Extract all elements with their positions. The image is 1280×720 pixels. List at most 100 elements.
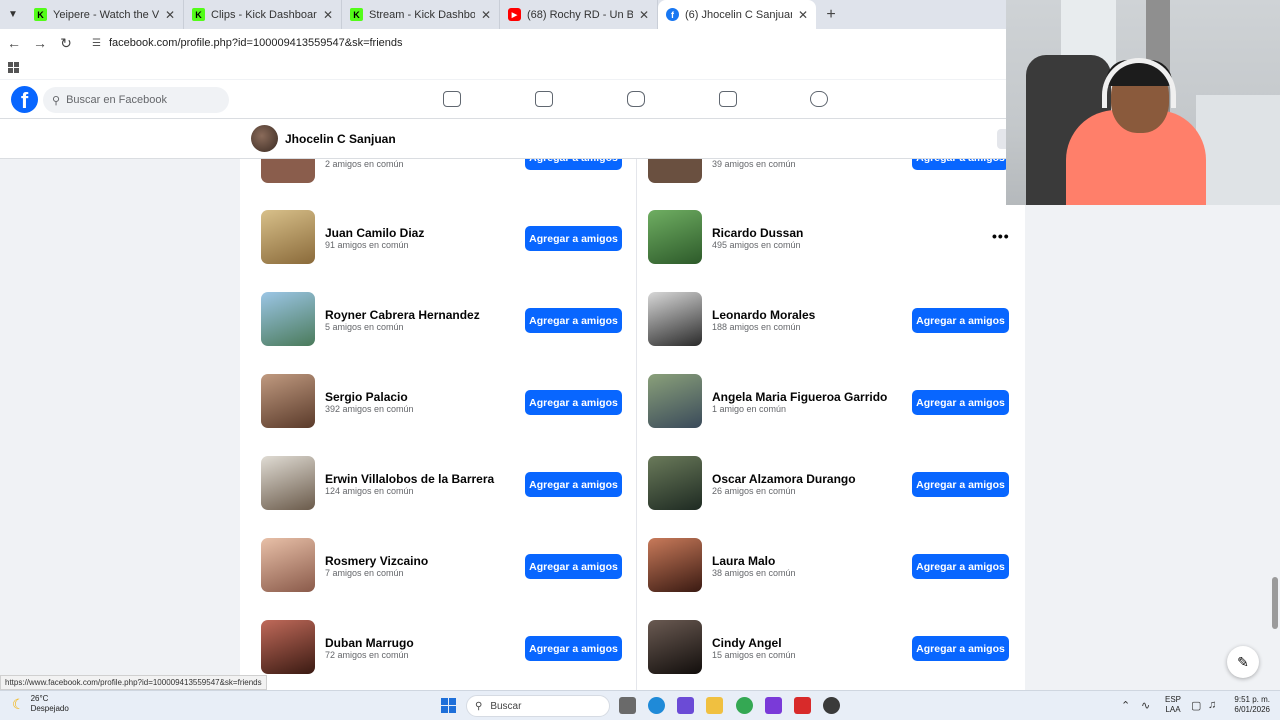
- column-divider: [636, 159, 637, 690]
- gaming-icon[interactable]: [810, 91, 828, 107]
- browser-tab[interactable]: K Stream - Kick Dashboard ✕: [342, 0, 500, 29]
- new-tab-icon[interactable]: +: [816, 0, 846, 29]
- forward-icon[interactable]: →: [28, 35, 52, 51]
- browser-tab[interactable]: ▶ (68) Rochy RD - Un Brindis | Vi ✕: [500, 0, 658, 29]
- friend-avatar[interactable]: [261, 292, 315, 346]
- friend-avatar[interactable]: [261, 159, 315, 183]
- friend-name[interactable]: Cindy Angel: [712, 636, 782, 650]
- display-icon[interactable]: ▢: [1191, 699, 1201, 712]
- friend-avatar[interactable]: [261, 210, 315, 264]
- friend-avatar[interactable]: [648, 374, 702, 428]
- copilot-icon[interactable]: [677, 697, 694, 714]
- friend-name[interactable]: Juan Camilo Diaz: [325, 226, 424, 240]
- obs-app-icon[interactable]: [765, 697, 782, 714]
- apps-grid-icon[interactable]: [8, 62, 19, 73]
- keyboard-layout: LAA: [1165, 705, 1181, 714]
- volume-icon[interactable]: ♫: [1208, 699, 1216, 711]
- close-tab-icon[interactable]: ✕: [165, 8, 175, 22]
- friend-name[interactable]: Ricardo Dussan: [712, 226, 803, 240]
- taskbar-search-input[interactable]: ⚲ Buscar: [466, 695, 610, 717]
- add-friend-button[interactable]: Agregar a amigos: [912, 554, 1009, 579]
- add-friend-button[interactable]: Agregar a amigos: [525, 472, 622, 497]
- friend-name[interactable]: Oscar Alzamora Durango: [712, 472, 856, 486]
- profile-avatar[interactable]: [251, 125, 278, 152]
- network-icon[interactable]: ∿: [1141, 699, 1150, 712]
- friend-avatar[interactable]: [648, 159, 702, 183]
- add-friend-button[interactable]: Agregar a amigos: [912, 390, 1009, 415]
- add-friend-button[interactable]: Agregar a amigos: [525, 226, 622, 251]
- compose-message-icon[interactable]: ✎: [1227, 646, 1259, 678]
- task-view-icon[interactable]: [619, 697, 636, 714]
- video-icon[interactable]: [627, 91, 645, 107]
- friend-card: Cindy Angel 15 amigos en común Agregar a…: [648, 620, 1018, 690]
- friend-avatar[interactable]: [648, 538, 702, 592]
- bookmarks-bar: [0, 57, 1006, 79]
- close-tab-icon[interactable]: ✕: [323, 8, 333, 22]
- back-icon[interactable]: ←: [2, 35, 26, 51]
- add-friend-button[interactable]: Agregar a amigos: [912, 636, 1009, 661]
- browser-tab[interactable]: K Clips - Kick Dashboard ✕: [184, 0, 342, 29]
- stats-icon[interactable]: [535, 91, 553, 107]
- friend-avatar[interactable]: [261, 538, 315, 592]
- add-friend-button[interactable]: Agregar a amigos: [912, 472, 1009, 497]
- add-friend-button[interactable]: Agregar a amigos: [525, 554, 622, 579]
- mutual-friends: 91 amigos en común: [325, 240, 409, 250]
- facebook-logo-icon[interactable]: f: [11, 86, 38, 113]
- recording-app-icon[interactable]: [823, 697, 840, 714]
- show-hidden-icons-icon[interactable]: ⌃: [1121, 699, 1130, 712]
- friend-name[interactable]: Leonardo Morales: [712, 308, 815, 322]
- clock[interactable]: 9:51 p. m. 6/01/2026: [1228, 695, 1270, 715]
- add-friend-button[interactable]: Agregar a amigos: [525, 390, 622, 415]
- tab-search-chevron-icon[interactable]: ▼: [0, 0, 26, 29]
- windows-start-icon[interactable]: [441, 698, 456, 713]
- friend-name[interactable]: Rosmery Vizcaino: [325, 554, 428, 568]
- friend-avatar[interactable]: [261, 456, 315, 510]
- tab-title: Stream - Kick Dashboard: [369, 8, 475, 21]
- close-tab-icon[interactable]: ✕: [798, 8, 808, 22]
- marketplace-icon[interactable]: [719, 91, 737, 107]
- add-friend-button[interactable]: Agregar a amigos: [525, 159, 622, 170]
- close-tab-icon[interactable]: ✕: [639, 8, 649, 22]
- file-explorer-icon[interactable]: [706, 697, 723, 714]
- friend-avatar[interactable]: [648, 456, 702, 510]
- friend-avatar[interactable]: [261, 374, 315, 428]
- browser-tab-active[interactable]: f (6) Jhocelin C Sanjuan | Facebo ✕: [658, 0, 816, 29]
- friend-avatar[interactable]: [648, 210, 702, 264]
- tab-title: (6) Jhocelin C Sanjuan | Facebo: [685, 8, 792, 21]
- facebook-search-input[interactable]: ⚲ Buscar en Facebook: [43, 87, 229, 113]
- add-friend-button[interactable]: Agregar a amigos: [525, 308, 622, 333]
- edge-icon[interactable]: [648, 697, 665, 714]
- close-tab-icon[interactable]: ✕: [481, 8, 491, 22]
- add-friend-button[interactable]: Agregar a amigos: [525, 636, 622, 661]
- moon-icon: ☾: [12, 695, 25, 712]
- facebook-favicon-icon: f: [666, 8, 679, 21]
- friend-name[interactable]: Erwin Villalobos de la Barrera: [325, 472, 494, 486]
- friend-avatar[interactable]: [648, 620, 702, 674]
- chrome-icon[interactable]: [736, 697, 753, 714]
- friend-avatar[interactable]: [261, 620, 315, 674]
- add-friend-button[interactable]: Agregar a amigos: [912, 308, 1009, 333]
- mutual-friends: 1 amigo en común: [712, 404, 787, 414]
- home-icon[interactable]: [443, 91, 461, 107]
- url-field[interactable]: ☰ facebook.com/profile.php?id=1000094135…: [92, 37, 403, 49]
- language-indicator[interactable]: ESP LAA: [1165, 695, 1181, 715]
- add-friend-button[interactable]: Agregar a amigos: [912, 159, 1009, 170]
- friend-avatar[interactable]: [648, 292, 702, 346]
- profile-name[interactable]: Jhocelin C Sanjuan: [285, 132, 396, 146]
- scrollbar-thumb[interactable]: [1272, 577, 1278, 629]
- mutual-friends: 124 amigos en común: [325, 486, 414, 496]
- reload-icon[interactable]: ↻: [54, 35, 78, 52]
- browser-tab[interactable]: K Yeipere - Watch the VOD on Ki ✕: [26, 0, 184, 29]
- friend-name[interactable]: Angela Maria Figueroa Garrido: [712, 390, 887, 404]
- friend-name[interactable]: Laura Malo: [712, 554, 775, 568]
- friend-name[interactable]: Duban Marrugo: [325, 636, 414, 650]
- more-options-icon[interactable]: •••: [992, 228, 1010, 244]
- site-info-icon[interactable]: ☰: [92, 38, 101, 49]
- friend-name[interactable]: Royner Cabrera Hernandez: [325, 308, 480, 322]
- friend-name[interactable]: Sergio Palacio: [325, 390, 408, 404]
- red-app-icon[interactable]: [794, 697, 811, 714]
- friend-card: Oscar Alzamora Durango 26 amigos en comú…: [648, 456, 1018, 528]
- page-scrollbar[interactable]: [1270, 205, 1280, 690]
- mutual-friends: 39 amigos en común: [712, 159, 796, 169]
- weather-widget[interactable]: ☾ 26°C Despejado: [12, 694, 69, 714]
